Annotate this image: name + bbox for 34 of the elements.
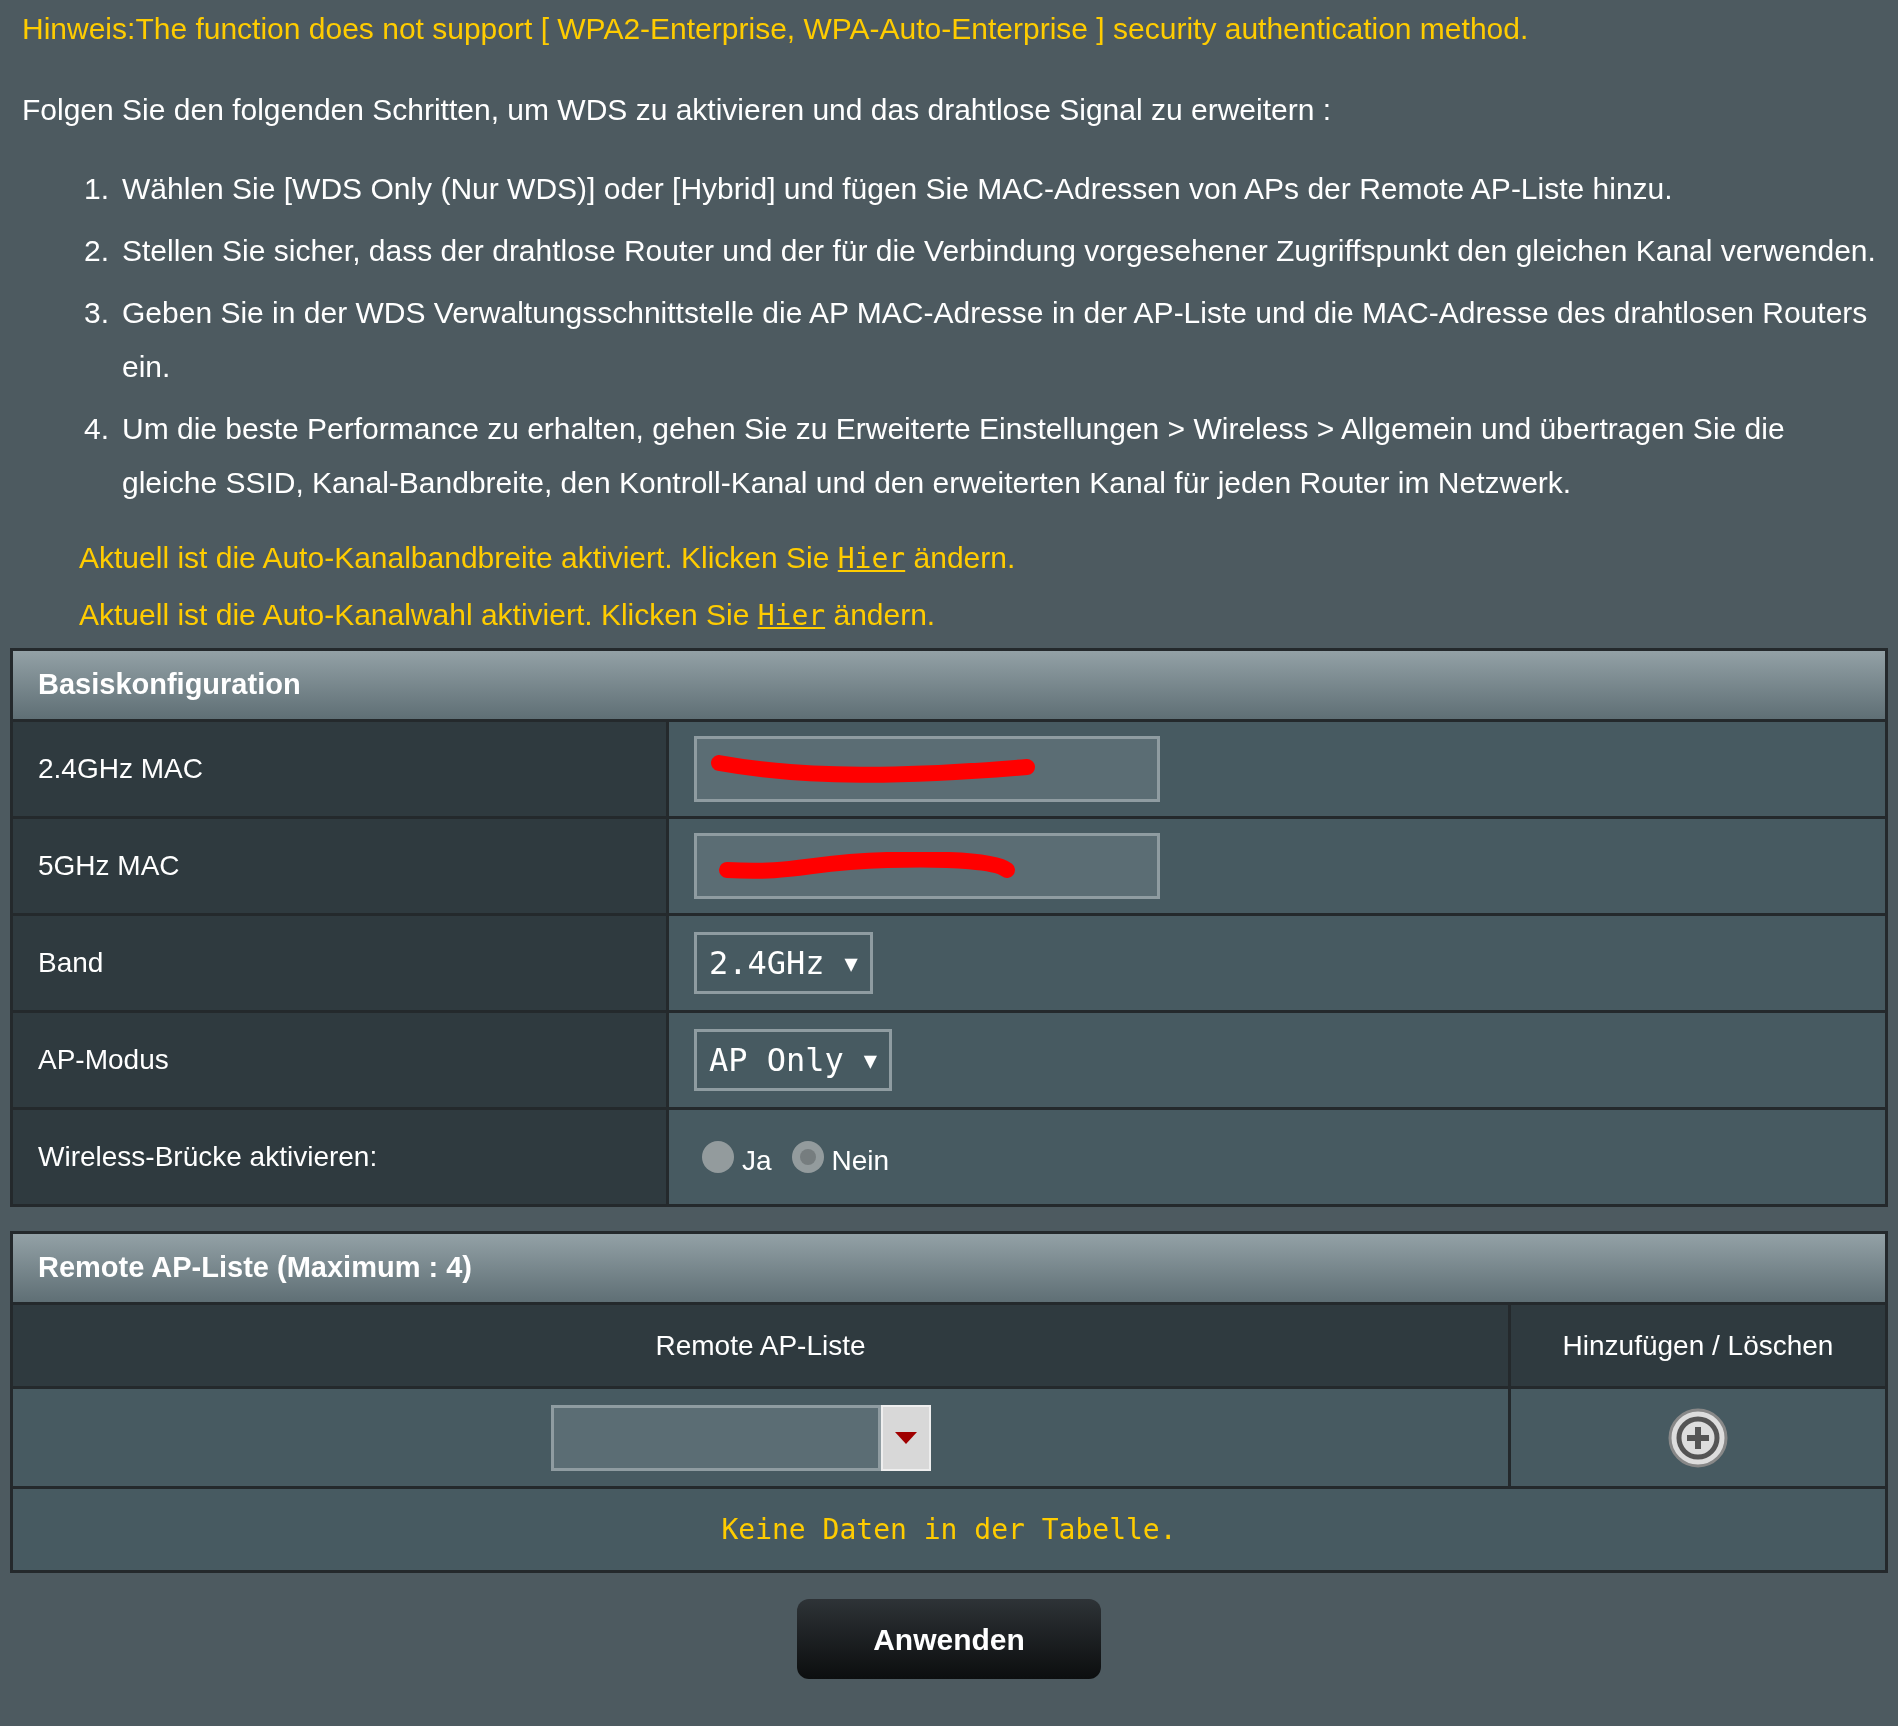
- dropdown[interactable]: 2.4GHz ▼: [694, 932, 873, 994]
- dropdown-arrow-icon: [894, 1431, 917, 1444]
- notice-text: Aktuell ist die Auto-Kanalbandbreite aktiviert. Klicken Sie Hier ändern.: [79, 540, 1017, 577]
- step-number: 1.: [84, 171, 111, 207]
- step-text: Geben Sie in der WDS Verwaltungsschnittstelle die AP MAC-Adresse in der AP-Liste und die MAC-Adresse des drahtlosen Routers ein.: [122, 295, 1869, 385]
- ap-combo-field[interactable]: [550, 1404, 931, 1471]
- hint-text: Hinweis:The function does not support [ WPA2-Enterprise, WPA-Auto-Enterprise ] security authentication method.: [22, 11, 1530, 47]
- row-label: 2.4GHz MAC: [13, 722, 669, 816]
- dropdown[interactable]: AP Only ▼: [694, 1029, 893, 1091]
- step-number: 2.: [84, 233, 111, 269]
- row-label: Wireless-Brücke aktivieren:: [13, 1110, 669, 1204]
- step-number: 3.: [84, 295, 111, 331]
- section-header: Remote AP-Liste (Maximum : 4): [13, 1234, 1885, 1302]
- step-text: Um die beste Performance zu erhalten, gehen Sie zu Erweiterte Einstellungen > Wireless > Allgemein und übertragen Sie die gleiche SSID, Kanal-Bandbreite, den Kontroll-Kanal und den erweiterten Kanal für jeden Router im Netzwerk.: [122, 411, 1786, 501]
- step-number: 4.: [84, 411, 111, 447]
- radio-label: Nein: [831, 1144, 890, 1178]
- radio-button[interactable]: [702, 1141, 734, 1173]
- notice-text: Aktuell ist die Auto-Kanalwahl aktiviert. Klicken Sie Hier ändern.: [79, 597, 937, 634]
- here-link[interactable]: Hier: [757, 599, 826, 632]
- step-text: Wählen Sie [WDS Only (Nur WDS)] oder [Hybrid] und fügen Sie MAC-Adressen von APs der Remote AP-Liste hinzu.: [122, 171, 1674, 207]
- empty-table-text: Keine Daten in der Tabelle.: [721, 1511, 1177, 1548]
- apply-button[interactable]: Anwenden: [797, 1599, 1101, 1679]
- radio-button[interactable]: [791, 1141, 824, 1173]
- mac-field[interactable]: [694, 833, 1160, 899]
- intro-text: Folgen Sie den folgenden Schritten, um WDS zu aktivieren und das drahtlose Signal zu erweitern :: [22, 92, 1333, 128]
- column-header: Hinzufügen / Löschen: [1561, 1328, 1835, 1363]
- radio-label: Ja: [742, 1144, 772, 1178]
- row-label: Band: [13, 916, 669, 1010]
- step-text: Stellen Sie sicher, dass der drahtlose Router und der für die Verbindung vorgesehener Zugriffspunkt den gleichen Kanal verwenden.: [122, 233, 1876, 269]
- here-link[interactable]: Hier: [837, 542, 906, 575]
- mac-field[interactable]: [694, 736, 1160, 802]
- section-header: Basiskonfiguration: [13, 651, 1885, 719]
- row-label: 5GHz MAC: [13, 819, 669, 913]
- row-label: AP-Modus: [13, 1013, 669, 1107]
